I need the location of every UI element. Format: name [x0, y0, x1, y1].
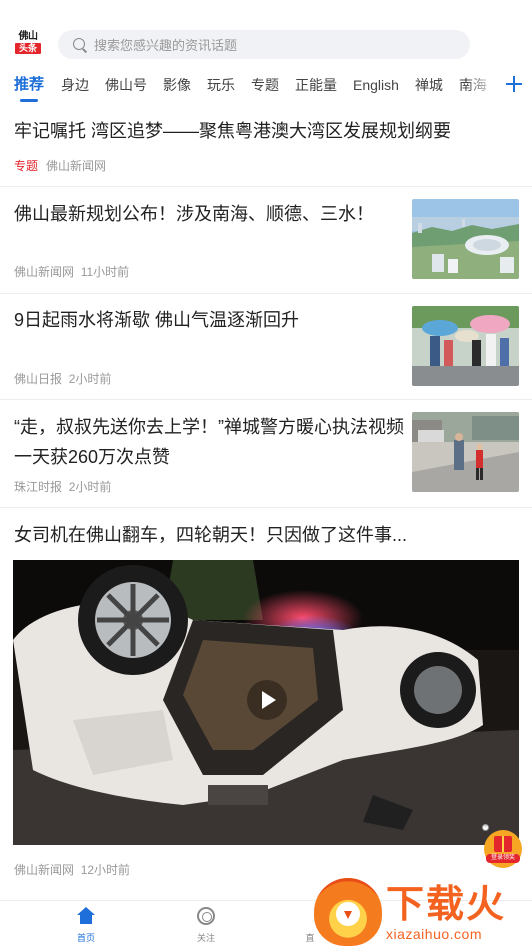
news-source: 佛山日报	[14, 372, 63, 386]
news-meta: 珠江时报 2小时前	[14, 478, 111, 495]
logo-text-bottom: 头条	[15, 43, 41, 54]
tab-english[interactable]: English	[353, 66, 399, 104]
news-title[interactable]: “走，叔叔先送你去上学！”禅城警方暖心执法视频一天获260万次点赞	[14, 412, 404, 472]
news-meta: 佛山新闻网 12小时前	[14, 861, 130, 878]
app-header: 佛山 头条 搜索您感兴趣的资讯话题	[0, 0, 532, 64]
news-title[interactable]: 佛山最新规划公布！涉及南海、顺德、三水！	[14, 199, 404, 229]
top-story-meta: 专题 佛山新闻网	[14, 157, 106, 174]
app-logo[interactable]: 佛山 头条	[15, 31, 41, 55]
nav-follow-label: 关注	[196, 933, 215, 943]
search-placeholder: 搜索您感兴趣的资讯话题	[94, 38, 238, 53]
search-icon	[72, 37, 88, 53]
nav-home[interactable]: 首页	[56, 901, 116, 946]
tabs-fade	[466, 66, 496, 104]
divider	[0, 507, 532, 508]
divider	[0, 399, 532, 400]
divider	[0, 186, 532, 187]
news-source: 佛山新闻网	[14, 265, 75, 279]
divider	[0, 293, 532, 294]
channel-tabs: 推荐 身边 佛山号 影像 玩乐 专题 正能量 English 禅城 南海	[0, 66, 532, 104]
topic-tag: 专题	[14, 159, 39, 173]
watermark: 下载火 xiazaihuo.com	[314, 878, 532, 946]
news-time: 2小时前	[68, 372, 112, 386]
news-time: 11小时前	[80, 265, 130, 279]
nav-follow[interactable]: 关注	[176, 901, 236, 946]
tab-positive-energy[interactable]: 正能量	[295, 66, 337, 104]
login-reward-badge[interactable]: × 登录领奖	[482, 824, 522, 868]
reward-label: 登录领奖	[486, 854, 520, 863]
tab-chancheng[interactable]: 禅城	[415, 66, 443, 104]
video-story-title[interactable]: 女司机在佛山翻车，四轮朝天！只因做了这件事...	[14, 522, 519, 548]
watermark-url: xiazaihuo.com	[386, 926, 482, 942]
news-thumbnail-police[interactable]	[412, 412, 519, 492]
add-channel-icon[interactable]	[504, 74, 524, 94]
flame-logo-icon	[314, 878, 382, 946]
logo-text-top: 佛山	[18, 31, 39, 42]
gift-icon	[494, 836, 512, 852]
news-source: 珠江时报	[14, 480, 63, 494]
home-icon	[77, 907, 95, 924]
download-icon	[336, 902, 360, 926]
top-story-title[interactable]: 牢记嘱托 湾区追梦——聚焦粤港澳大湾区发展规划纲要	[14, 118, 519, 144]
news-source: 佛山新闻网	[46, 159, 107, 173]
news-title[interactable]: 9日起雨水将渐歇 佛山气温逐渐回升	[14, 305, 404, 335]
tab-topics[interactable]: 专题	[251, 66, 279, 104]
tab-fun[interactable]: 玩乐	[207, 66, 235, 104]
tab-images[interactable]: 影像	[163, 66, 191, 104]
news-time: 12小时前	[80, 863, 131, 877]
tab-nearby[interactable]: 身边	[61, 66, 89, 104]
tab-recommend[interactable]: 推荐	[14, 66, 44, 104]
close-icon[interactable]: ×	[482, 824, 489, 831]
play-button[interactable]	[247, 680, 287, 720]
watermark-text: 下载火	[386, 884, 507, 926]
follow-icon	[197, 907, 215, 925]
news-thumbnail-city[interactable]	[412, 199, 519, 279]
search-input[interactable]: 搜索您感兴趣的资讯话题	[58, 30, 470, 59]
nav-home-label: 首页	[76, 933, 95, 943]
news-meta: 佛山日报 2小时前	[14, 370, 111, 387]
news-time: 2小时前	[68, 480, 112, 494]
tab-foshan-hao[interactable]: 佛山号	[105, 66, 147, 104]
news-source: 佛山新闻网	[14, 863, 75, 877]
news-thumbnail-rain[interactable]	[412, 306, 519, 386]
news-meta: 佛山新闻网 11小时前	[14, 263, 129, 280]
